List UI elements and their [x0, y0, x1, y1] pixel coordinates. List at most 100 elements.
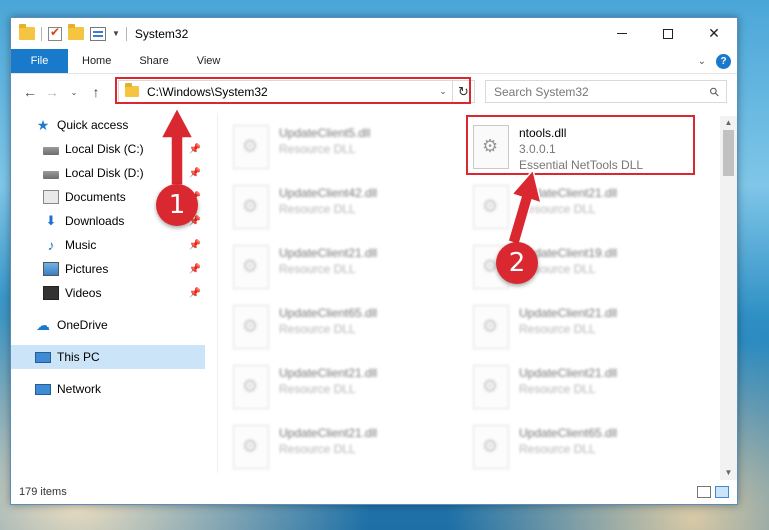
help-icon[interactable]: ?	[716, 53, 731, 69]
search-input[interactable]: Search System32 ⚲	[485, 80, 727, 103]
file-highlight	[466, 115, 695, 175]
file-description: Resource DLL	[279, 442, 356, 456]
file-item[interactable]: UpdateClient21.dll Resource DLL	[473, 301, 703, 355]
maximize-button[interactable]	[645, 18, 691, 49]
pin-icon[interactable]: 📌	[189, 168, 201, 179]
dll-file-icon	[233, 245, 269, 289]
sidebar-item-local-disk-d[interactable]: Local Disk (D:) 📌	[11, 161, 205, 185]
pin-icon[interactable]: 📌	[189, 264, 201, 275]
download-icon: ⬇	[45, 213, 57, 228]
back-button[interactable]: ←	[19, 84, 41, 100]
pin-icon[interactable]: 📌	[189, 288, 201, 299]
maximize-icon	[663, 28, 673, 39]
expand-ribbon-chevron-icon[interactable]: ⌄	[698, 56, 706, 67]
sidebar-item-label: Pictures	[65, 262, 109, 276]
search-icon[interactable]: ⚲	[707, 83, 723, 99]
recent-locations-button[interactable]: ⌄	[63, 88, 85, 97]
file-item[interactable]: UpdateClient65.dll Resource DLL	[473, 421, 703, 475]
customize-toolbar-caret-icon[interactable]: ▼	[112, 29, 120, 38]
file-name: UpdateClient42.dll	[279, 186, 378, 200]
file-item[interactable]: UpdateClient5.dll Resource DLL	[233, 121, 463, 175]
step-2-callout: 2	[496, 242, 538, 284]
sidebar-item-label: Documents	[65, 190, 126, 204]
window-title: System32	[134, 26, 189, 41]
properties-icon[interactable]	[90, 26, 106, 41]
file-name: UpdateClient21.dll	[279, 246, 378, 260]
dll-file-icon	[233, 365, 269, 409]
dll-file-icon	[473, 425, 509, 469]
scroll-up-icon[interactable]: ▲	[720, 116, 737, 130]
step-1-callout: 1	[156, 184, 198, 226]
file-description: Resource DLL	[279, 142, 356, 156]
sidebar-item-pictures[interactable]: Pictures 📌	[11, 257, 205, 281]
sidebar-item-music[interactable]: ♪ Music 📌	[11, 233, 205, 257]
details-view-icon[interactable]	[697, 486, 711, 498]
file-item[interactable]: UpdateClient21.dll Resource DLL	[233, 241, 463, 295]
file-description: Resource DLL	[279, 382, 356, 396]
sidebar-item-label: Music	[65, 238, 97, 252]
scrollbar-thumb[interactable]	[723, 130, 734, 176]
status-bar: 179 items	[11, 480, 737, 504]
sidebar-item-network[interactable]: Network	[11, 377, 205, 401]
new-folder-icon[interactable]	[68, 24, 84, 40]
file-description: Resource DLL	[519, 442, 596, 456]
close-button[interactable]: ✕	[691, 18, 737, 49]
tab-file[interactable]: File	[11, 49, 68, 73]
minimize-icon	[617, 33, 627, 34]
file-description: Resource DLL	[519, 202, 596, 216]
forward-button[interactable]: →	[41, 84, 63, 100]
ribbon-tabs: File Home Share View ⌄ ?	[11, 49, 737, 74]
sidebar-item-onedrive[interactable]: ☁ OneDrive	[11, 313, 205, 337]
tab-share[interactable]: Share	[125, 49, 182, 73]
drive-icon	[43, 170, 59, 179]
file-name: UpdateClient21.dll	[519, 186, 618, 200]
pin-icon[interactable]: 📌	[189, 144, 201, 155]
scroll-down-icon[interactable]: ▼	[720, 466, 737, 480]
search-placeholder: Search System32	[494, 84, 589, 99]
documents-icon	[43, 190, 59, 204]
item-count: 179 items	[19, 486, 67, 498]
navigation-pane: ★ Quick access Local Disk (C:) 📌 Local D…	[11, 113, 205, 473]
file-item[interactable]: UpdateClient21.dll Resource DLL	[233, 421, 463, 475]
properties-check-icon[interactable]	[48, 25, 62, 41]
tab-view[interactable]: View	[183, 49, 235, 73]
quick-access-toolbar: ▼	[11, 24, 127, 41]
file-item[interactable]: UpdateClient65.dll Resource DLL	[233, 301, 463, 355]
minimize-button[interactable]	[599, 18, 645, 49]
file-name: UpdateClient21.dll	[279, 426, 378, 440]
up-button[interactable]: ↑	[85, 84, 107, 100]
drive-icon	[43, 146, 59, 155]
toolbar-separator	[125, 26, 127, 41]
file-description: Resource DLL	[279, 322, 356, 336]
ribbon-right-controls: ⌄ ?	[698, 49, 737, 73]
dll-file-icon	[233, 305, 269, 349]
sidebar-item-label: Local Disk (D:)	[65, 166, 144, 180]
dll-file-icon	[473, 365, 509, 409]
sidebar-item-this-pc[interactable]: This PC	[11, 345, 205, 369]
file-item[interactable]: UpdateClient42.dll Resource DLL	[233, 181, 463, 235]
pin-icon[interactable]: 📌	[189, 240, 201, 251]
dll-file-icon	[233, 185, 269, 229]
file-item[interactable]: UpdateClient21.dll Resource DLL	[473, 181, 703, 235]
tab-home[interactable]: Home	[68, 49, 125, 73]
file-name: UpdateClient21.dll	[519, 366, 618, 380]
file-name: UpdateClient21.dll	[279, 366, 378, 380]
file-description: Resource DLL	[279, 262, 356, 276]
sidebar-item-local-disk-c[interactable]: Local Disk (C:) 📌	[11, 137, 205, 161]
file-description: Resource DLL	[519, 382, 596, 396]
sidebar-item-label: OneDrive	[57, 318, 108, 332]
sidebar-item-videos[interactable]: Videos 📌	[11, 281, 205, 305]
view-switcher	[697, 486, 737, 498]
folder-icon	[19, 24, 35, 40]
address-bar-highlight	[115, 77, 471, 104]
sidebar-item-quick-access[interactable]: ★ Quick access	[11, 113, 205, 137]
network-icon	[35, 383, 51, 395]
file-item[interactable]: UpdateClient21.dll Resource DLL	[473, 361, 703, 415]
large-icons-view-icon[interactable]	[715, 486, 729, 498]
file-item[interactable]: UpdateClient21.dll Resource DLL	[233, 361, 463, 415]
vertical-scrollbar[interactable]: ▲ ▼	[720, 116, 737, 480]
pane-divider[interactable]	[217, 113, 218, 473]
sidebar-item-label: This PC	[57, 350, 100, 364]
star-icon: ★	[36, 117, 50, 133]
file-name: UpdateClient5.dll	[279, 126, 371, 140]
